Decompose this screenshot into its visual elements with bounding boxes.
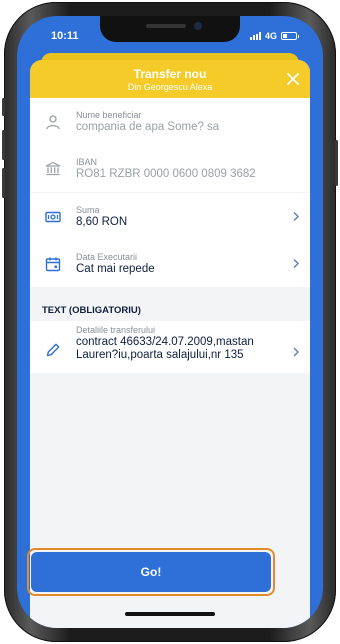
page-title: Transfer nou	[133, 67, 207, 81]
details-card: Detaliile transferului contract 46633/24…	[30, 321, 310, 373]
money-icon	[44, 208, 62, 226]
execution-date-label: Data Executarii	[76, 252, 138, 262]
bank-icon	[44, 160, 62, 178]
front-camera	[194, 22, 202, 30]
notch	[100, 16, 240, 42]
details-label: Detaliile transferului	[76, 325, 156, 335]
calendar-icon	[44, 255, 62, 273]
execution-date-field[interactable]: Data Executarii Cat mai repede	[30, 240, 310, 287]
person-icon	[44, 113, 62, 131]
beneficiary-card: Nume beneficiar compania de apa Some? sa…	[30, 98, 310, 192]
iban-value: RO81 RZBR 0000 0600 0809 3682	[76, 168, 256, 180]
silent-switch	[2, 98, 5, 116]
details-line-2: Lauren?iu,poarta salajului,nr 135	[76, 349, 244, 361]
transfer-sheet: Transfer nou Din Georgescu Alexa Nume be…	[30, 60, 310, 628]
iban-label: IBAN	[76, 157, 98, 167]
volume-down-button	[2, 168, 5, 198]
phone-screen: 10:11 4G Transfer nou Din Georgescu Alex…	[17, 16, 323, 628]
chevron-right-icon	[292, 209, 300, 224]
home-indicator[interactable]	[125, 612, 215, 616]
speaker-grille	[146, 24, 186, 28]
chevron-right-icon	[292, 345, 300, 360]
status-indicators: 4G	[249, 31, 299, 41]
page-subtitle: Din Georgescu Alexa	[127, 82, 213, 92]
iban-field[interactable]: IBAN RO81 RZBR 0000 0600 0809 3682	[30, 145, 310, 192]
amount-date-card: Suma 8,60 RON Data Executarii Cat mai re…	[30, 193, 310, 287]
pencil-icon	[44, 341, 62, 359]
go-button-highlight: Go!	[27, 548, 275, 596]
details-line-1: contract 46633/24.07.2009,mastan	[76, 336, 254, 348]
beneficiary-field[interactable]: Nume beneficiar compania de apa Some? sa	[30, 98, 310, 145]
beneficiary-value: compania de apa Some? sa	[76, 121, 220, 133]
beneficiary-label: Nume beneficiar	[76, 110, 142, 120]
network-type: 4G	[264, 31, 277, 41]
amount-field[interactable]: Suma 8,60 RON	[30, 193, 310, 240]
close-button[interactable]	[284, 70, 302, 88]
text-section-title: TEXT (OBLIGATORIU)	[30, 299, 310, 321]
power-button	[335, 140, 338, 186]
signal-icon	[249, 32, 261, 40]
sheet-header: Transfer nou Din Georgescu Alexa	[30, 60, 310, 98]
amount-label: Suma	[76, 205, 100, 215]
volume-up-button	[2, 130, 5, 160]
status-time: 10:11	[51, 30, 79, 42]
execution-date-value: Cat mai repede	[76, 263, 155, 275]
go-button[interactable]: Go!	[31, 552, 271, 592]
transfer-details-field[interactable]: Detaliile transferului contract 46633/24…	[30, 321, 310, 373]
battery-icon	[281, 32, 299, 40]
close-icon	[287, 73, 299, 85]
section-gap	[30, 287, 310, 299]
chevron-right-icon	[292, 256, 300, 271]
amount-value: 8,60 RON	[76, 216, 128, 228]
